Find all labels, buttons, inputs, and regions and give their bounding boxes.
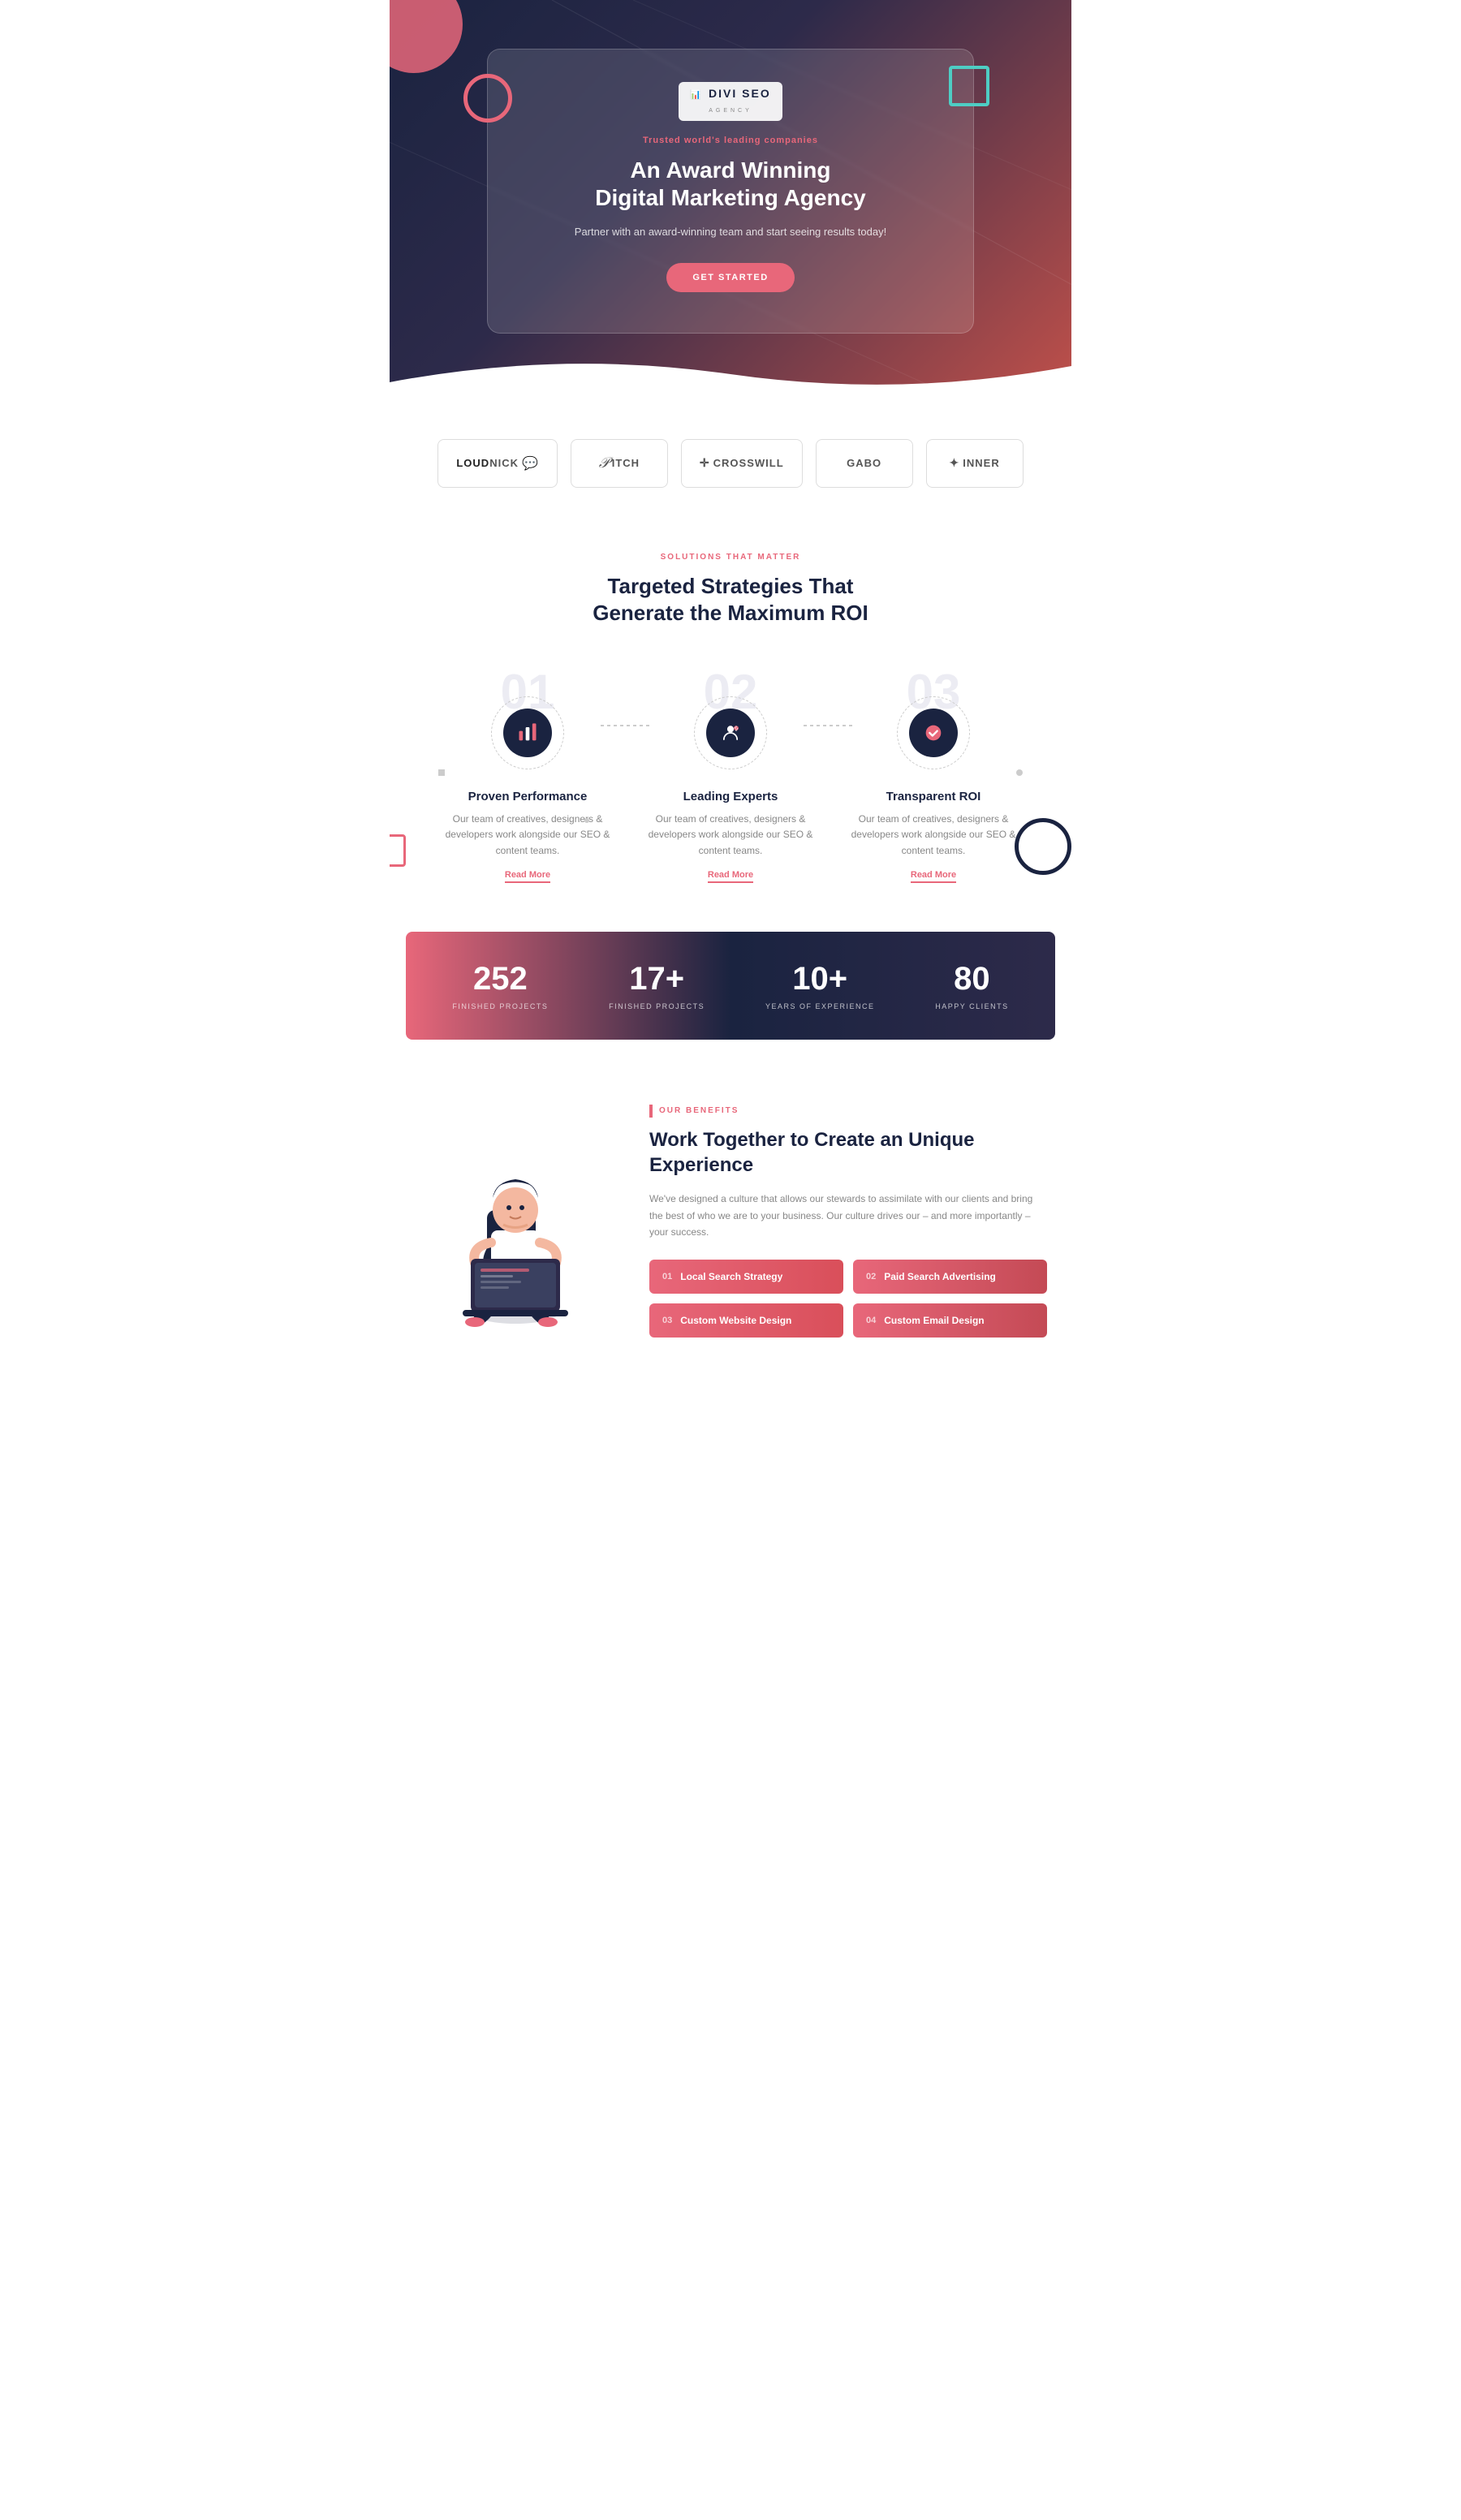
- feature-desc-2: Our team of creatives, designers & devel…: [641, 812, 820, 859]
- benefits-desc: We've designed a culture that allows our…: [649, 1191, 1047, 1240]
- hero-wave-svg: [390, 350, 1071, 398]
- benefits-eyebrow-bar: [649, 1105, 653, 1118]
- stat-number-3: 10+: [765, 961, 875, 997]
- brand-logo-pitch[interactable]: 𝒫ITCH: [571, 439, 668, 488]
- feature-desc-3: Our team of creatives, designers & devel…: [844, 812, 1023, 859]
- feature-icon-inner-3: [909, 709, 958, 757]
- logo-icon: 📊: [690, 90, 709, 100]
- solutions-section: SOLUTIONS THAT MATTER Targeted Strategie…: [390, 512, 1071, 677]
- deco-dot-left: [438, 769, 445, 776]
- hero-section: 📊 DIVI SEO AGENCY Trusted world's leadin…: [390, 0, 1071, 398]
- hero-card-square-decoration: [949, 66, 989, 106]
- benefit-item-3[interactable]: 03 Custom Website Design: [649, 1303, 843, 1338]
- feature-title-3: Transparent ROI: [844, 790, 1023, 803]
- stat-item-4: 80 HAPPY CLIENTS: [935, 961, 1008, 1010]
- solutions-eyebrow: SOLUTIONS THAT MATTER: [422, 553, 1039, 562]
- benefit-label-2: Paid Search Advertising: [884, 1271, 996, 1282]
- stat-item-1: 252 FINISHED PROJECTS: [452, 961, 548, 1010]
- benefits-eyebrow-text: OUR BENEFITS: [659, 1106, 739, 1115]
- feature-read-more-1[interactable]: Read More: [505, 870, 550, 883]
- brand-logo-gabo[interactable]: GABO: [816, 439, 913, 488]
- hero-title-line2: Digital Marketing Agency: [595, 185, 865, 210]
- benefit-item-4[interactable]: 04 Custom Email Design: [853, 1303, 1047, 1338]
- deco-dot-mid: [584, 818, 589, 823]
- benefit-number-3: 03: [662, 1316, 672, 1325]
- feature-icon-inner-2: [706, 709, 755, 757]
- benefits-grid: 01 Local Search Strategy 02 Paid Search …: [649, 1260, 1047, 1338]
- stat-number-4: 80: [935, 961, 1008, 997]
- stat-item-3: 10+ YEARS OF EXPERIENCE: [765, 961, 875, 1010]
- feature-title-1: Proven Performance: [438, 790, 617, 803]
- stat-label-2: FINISHED PROJECTS: [609, 1002, 705, 1010]
- feature-card-1: 01 Proven Performance Our team of creati…: [438, 676, 617, 883]
- benefit-label-4: Custom Email Design: [884, 1315, 984, 1326]
- benefits-title: Work Together to Create an Unique Experi…: [649, 1127, 1047, 1178]
- benefit-item-2[interactable]: 02 Paid Search Advertising: [853, 1260, 1047, 1294]
- stat-number-1: 252: [452, 961, 548, 997]
- brands-section: LOUDNICK 💬 𝒫ITCH ✛CROSSWILL GABO ✦INNER: [390, 398, 1071, 512]
- stat-number-2: 17+: [609, 961, 705, 997]
- logo-sub: AGENCY: [709, 108, 752, 114]
- stat-label-3: YEARS OF EXPERIENCE: [765, 1002, 875, 1010]
- hero-card-circle-decoration: [463, 74, 512, 123]
- benefits-title-line2: Experience: [649, 1154, 753, 1176]
- benefit-number-1: 01: [662, 1272, 672, 1282]
- hero-card: 📊 DIVI SEO AGENCY Trusted world's leadin…: [487, 49, 974, 334]
- stat-label-1: FINISHED PROJECTS: [452, 1002, 548, 1010]
- logo-text: DIVI SEO: [709, 87, 771, 100]
- stat-label-4: HAPPY CLIENTS: [935, 1002, 1008, 1010]
- benefit-label-1: Local Search Strategy: [680, 1271, 782, 1282]
- features-grid: 01 Proven Performance Our team of creati…: [390, 676, 1071, 915]
- benefit-number-4: 04: [866, 1316, 876, 1325]
- solutions-title-line1: Targeted Strategies That: [608, 574, 854, 598]
- benefit-number-2: 02: [866, 1272, 876, 1282]
- hero-title-line1: An Award Winning: [630, 157, 830, 183]
- solutions-title: Targeted Strategies That Generate the Ma…: [422, 573, 1039, 628]
- feature-card-2: 02 Leading Experts Our team of creatives…: [641, 676, 820, 883]
- deco-square-left: [390, 834, 406, 867]
- hero-logo: 📊 DIVI SEO AGENCY: [528, 82, 933, 121]
- get-started-button[interactable]: GET STARTED: [666, 263, 794, 292]
- deco-circle-right: [1015, 818, 1071, 875]
- solutions-title-line2: Generate the Maximum ROI: [593, 601, 868, 625]
- person-working-illustration: [422, 1105, 609, 1332]
- feature-desc-1: Our team of creatives, designers & devel…: [438, 812, 617, 859]
- hero-bg-circle: [390, 0, 463, 73]
- feature-icon-wrap-3: [893, 692, 974, 773]
- benefit-item-1[interactable]: 01 Local Search Strategy: [649, 1260, 843, 1294]
- benefits-content: OUR BENEFITS Work Together to Create an …: [649, 1105, 1047, 1338]
- benefits-title-line1: Work Together to Create an Unique: [649, 1129, 975, 1151]
- hero-title: An Award Winning Digital Marketing Agenc…: [528, 157, 933, 211]
- checkmark-icon: [922, 722, 945, 744]
- brand-logo-inner[interactable]: ✦INNER: [926, 439, 1024, 488]
- user-gear-icon: [719, 722, 742, 744]
- benefits-section: OUR BENEFITS Work Together to Create an …: [390, 1056, 1071, 1387]
- feature-icon-wrap-1: [487, 692, 568, 773]
- page-wrapper: 📊 DIVI SEO AGENCY Trusted world's leadin…: [390, 0, 1071, 1386]
- feature-icon-inner-1: [503, 709, 552, 757]
- deco-dot-right: [1016, 769, 1023, 776]
- stats-section: 252 FINISHED PROJECTS 17+ FINISHED PROJE…: [406, 932, 1055, 1040]
- benefit-label-3: Custom Website Design: [680, 1315, 791, 1326]
- feature-title-2: Leading Experts: [641, 790, 820, 803]
- brand-logo-loudnick[interactable]: LOUDNICK 💬: [437, 439, 558, 488]
- feature-card-3: 03 Transparent ROI Our team of creatives…: [844, 676, 1023, 883]
- benefits-eyebrow: OUR BENEFITS: [649, 1105, 1047, 1118]
- hero-trusted-text: Trusted world's leading companies: [528, 136, 933, 145]
- feature-read-more-3[interactable]: Read More: [911, 870, 956, 883]
- feature-read-more-2[interactable]: Read More: [708, 870, 753, 883]
- benefits-illustration: [414, 1105, 617, 1332]
- stat-item-2: 17+ FINISHED PROJECTS: [609, 961, 705, 1010]
- bar-chart-icon: [516, 722, 539, 744]
- brand-logo-crosswill[interactable]: ✛CROSSWILL: [681, 439, 803, 488]
- feature-icon-wrap-2: [690, 692, 771, 773]
- hero-subtitle: Partner with an award-winning team and s…: [528, 224, 933, 240]
